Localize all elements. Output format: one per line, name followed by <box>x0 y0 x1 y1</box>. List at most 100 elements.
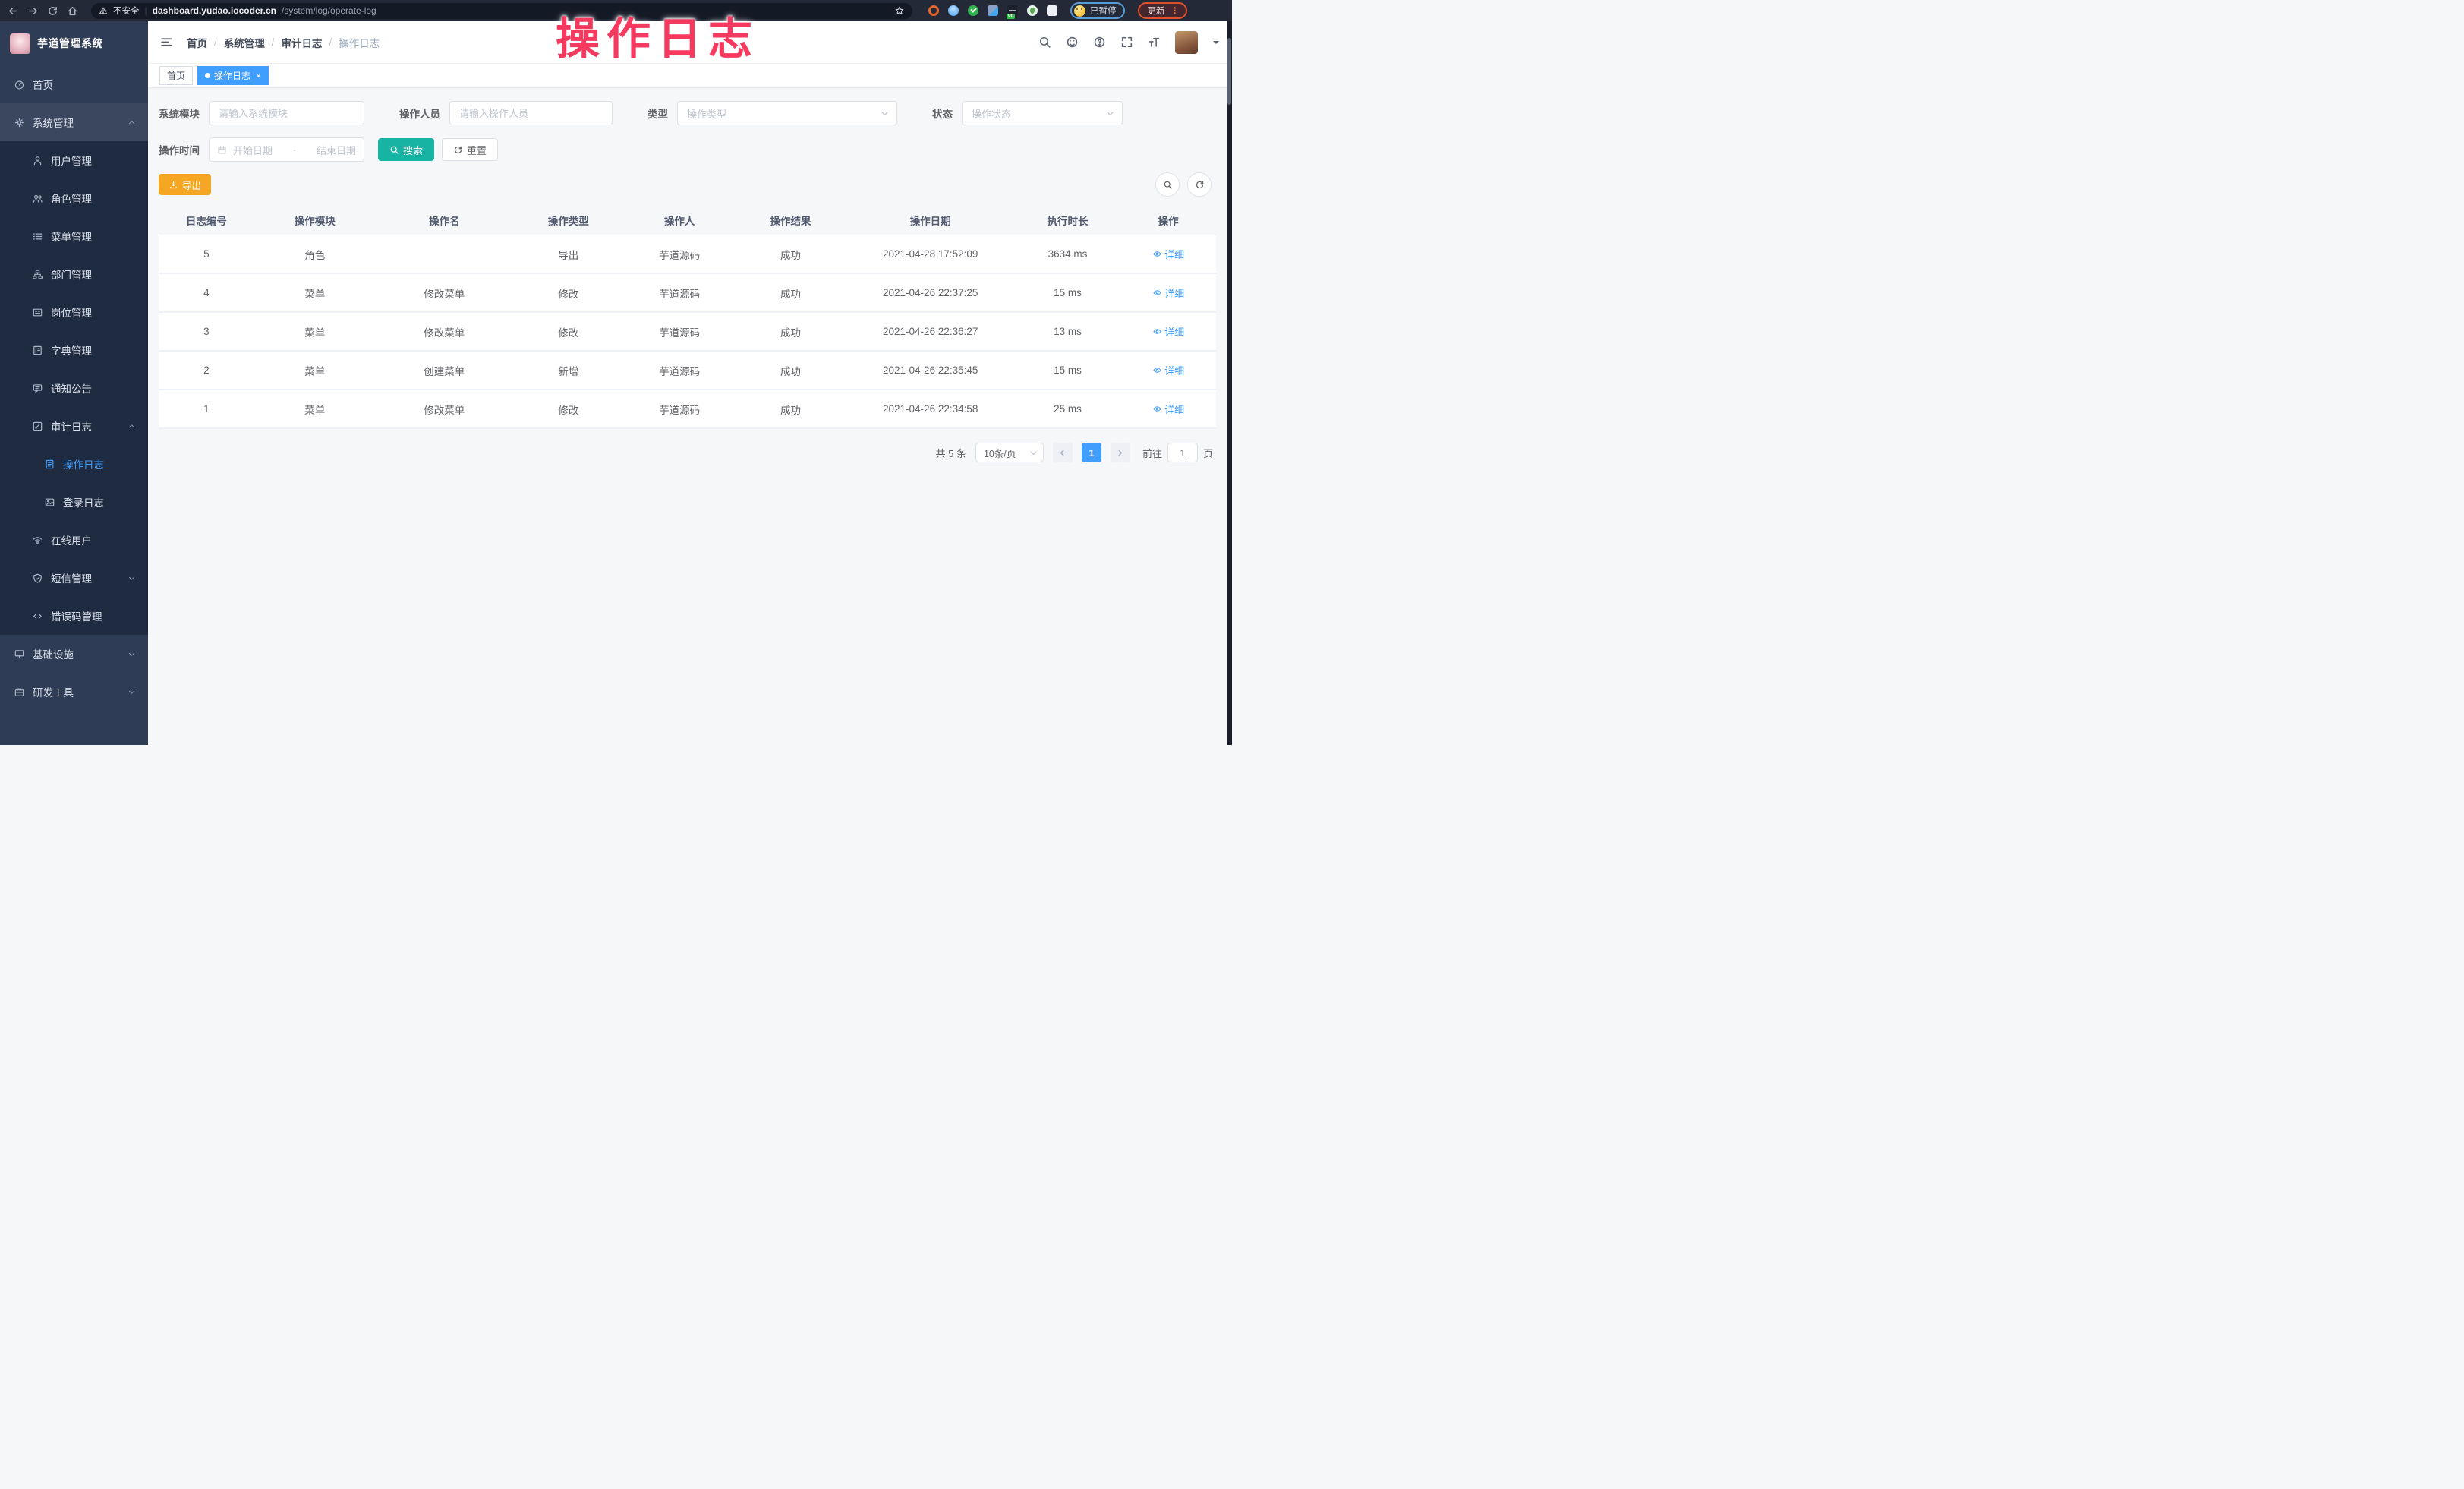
sidebar-menu: 首页系统管理用户管理角色管理菜单管理部门管理岗位管理字典管理通知公告审计日志操作… <box>0 65 148 711</box>
avatar-caret-down-icon[interactable] <box>1212 39 1220 46</box>
sidebar-item-post-badge[interactable]: 岗位管理 <box>0 293 148 331</box>
reset-button[interactable]: 重置 <box>442 138 498 161</box>
status-select[interactable]: 操作状态 <box>962 101 1123 125</box>
grid-extension-icon[interactable] <box>988 5 998 16</box>
fullscreen-icon[interactable] <box>1120 36 1133 49</box>
switch-on-extension-icon[interactable]: on <box>1007 5 1018 16</box>
type-select[interactable]: 操作类型 <box>677 101 897 125</box>
toggle-search-button[interactable] <box>1155 172 1180 197</box>
orange-ring-extension-icon[interactable] <box>928 5 939 16</box>
sidebar-item-online-users[interactable]: 在线用户 <box>0 521 148 559</box>
browser-back-icon[interactable] <box>8 5 19 17</box>
blue-drop-extension-icon[interactable] <box>948 5 959 16</box>
end-date-placeholder: 结束日期 <box>317 143 356 157</box>
collapse-sidebar-icon[interactable] <box>160 36 173 49</box>
puzzle-extension-icon[interactable] <box>1047 5 1057 16</box>
module-input[interactable] <box>209 101 364 125</box>
breadcrumb-item[interactable]: 系统管理 <box>224 35 265 50</box>
refresh-icon <box>453 145 463 155</box>
search-icon[interactable] <box>1038 36 1051 49</box>
sidebar-item-label: 错误码管理 <box>51 608 102 623</box>
search-button[interactable]: 搜索 <box>378 138 434 161</box>
sidebar-item-label: 短信管理 <box>51 570 92 585</box>
help-icon[interactable] <box>1093 36 1106 49</box>
leaf-extension-icon[interactable] <box>1027 5 1038 16</box>
breadcrumb-item[interactable]: 首页 <box>187 35 207 50</box>
bookmark-star-icon[interactable] <box>894 5 905 16</box>
page-number-1[interactable]: 1 <box>1082 443 1101 462</box>
sidebar-item-menu-list[interactable]: 菜单管理 <box>0 217 148 255</box>
extension-paused-group[interactable]: 已暂停 <box>1070 2 1125 19</box>
goto-label: 前往 <box>1142 446 1162 460</box>
browser-home-icon[interactable] <box>67 5 78 17</box>
table-cell: 修改菜单 <box>376 390 513 428</box>
github-icon[interactable] <box>1066 36 1079 49</box>
sidebar-item-error-code[interactable]: 错误码管理 <box>0 597 148 635</box>
download-icon <box>169 180 178 190</box>
font-size-icon[interactable] <box>1148 36 1161 49</box>
table-cell: 修改 <box>513 273 624 312</box>
goto-page-input[interactable] <box>1167 443 1198 462</box>
operator-input[interactable] <box>449 101 613 125</box>
eye-icon <box>1152 365 1162 375</box>
sidebar-item-gear[interactable]: 系统管理 <box>0 103 148 141</box>
close-icon[interactable]: × <box>256 71 261 80</box>
browser-update-button[interactable]: 更新 ⋮ <box>1138 2 1187 19</box>
sidebar-item-user[interactable]: 用户管理 <box>0 141 148 179</box>
goto-page-group: 前往 页 <box>1142 443 1213 462</box>
detail-link[interactable]: 详细 <box>1152 324 1184 339</box>
date-range-picker[interactable]: 开始日期 - 结束日期 <box>209 137 364 162</box>
export-button-label: 导出 <box>182 178 201 192</box>
sidebar-item-roles[interactable]: 角色管理 <box>0 179 148 217</box>
page-size-select[interactable]: 10条/页 <box>975 443 1044 462</box>
chevron-left-icon <box>1058 449 1067 457</box>
tag-item[interactable]: 首页 <box>159 66 193 85</box>
page-scrollbar[interactable] <box>1227 21 1232 745</box>
detail-link[interactable]: 详细 <box>1152 247 1184 261</box>
table-cell-actions: 详细 <box>1120 273 1216 312</box>
green-check-extension-icon[interactable] <box>968 5 978 16</box>
reset-button-label: 重置 <box>467 143 487 157</box>
browser-menu-kebab-icon[interactable]: ⋮ <box>1171 7 1180 14</box>
table-row: 5角色导出芋道源码成功2021-04-28 17:52:093634 ms详细 <box>159 235 1216 274</box>
table-cell: 创建菜单 <box>376 351 513 390</box>
table-cell: 2021-04-26 22:35:45 <box>846 351 1015 390</box>
browser-reload-icon[interactable] <box>47 5 58 17</box>
detail-link[interactable]: 详细 <box>1152 363 1184 377</box>
detail-link[interactable]: 详细 <box>1152 402 1184 416</box>
column-header: 操作人 <box>624 206 735 235</box>
next-page-button[interactable] <box>1111 443 1130 462</box>
table-cell: 25 ms <box>1015 390 1121 428</box>
sidebar-item-dashboard[interactable]: 首页 <box>0 65 148 103</box>
sidebar-item-announcement[interactable]: 通知公告 <box>0 369 148 407</box>
chevron-right-icon <box>1116 449 1124 457</box>
detail-link[interactable]: 详细 <box>1152 285 1184 300</box>
address-bar[interactable]: 不安全 | dashboard.yudao.iocoder.cn /system… <box>91 3 912 19</box>
sidebar-item-login-log[interactable]: 登录日志 <box>0 483 148 521</box>
sidebar-item-infrastructure[interactable]: 基础设施 <box>0 635 148 673</box>
export-button[interactable]: 导出 <box>159 174 211 195</box>
user-avatar[interactable] <box>1175 31 1198 54</box>
sidebar-item-sms-shield[interactable]: 短信管理 <box>0 559 148 597</box>
table-cell: 2 <box>159 351 254 390</box>
sidebar-logo[interactable]: 芋道管理系统 <box>0 21 148 65</box>
table-cell: 成功 <box>735 273 846 312</box>
tag-active[interactable]: 操作日志× <box>197 66 269 85</box>
sidebar-item-operate-log[interactable]: 操作日志 <box>0 445 148 483</box>
sidebar-item-department-tree[interactable]: 部门管理 <box>0 255 148 293</box>
table-cell: 修改 <box>513 312 624 351</box>
sidebar-item-label: 审计日志 <box>51 418 92 434</box>
breadcrumb-item[interactable]: 审计日志 <box>282 35 323 50</box>
operate-log-table: 日志编号操作模块操作名操作类型操作人操作结果操作日期执行时长操作 5角色导出芋道… <box>159 206 1216 429</box>
table-cell: 1 <box>159 390 254 428</box>
prev-page-button[interactable] <box>1053 443 1073 462</box>
sidebar-item-label: 研发工具 <box>33 684 74 699</box>
scrollbar-thumb[interactable] <box>1227 38 1231 105</box>
browser-toolbar: 不安全 | dashboard.yudao.iocoder.cn /system… <box>0 0 1232 21</box>
sidebar-item-audit-log[interactable]: 审计日志 <box>0 407 148 445</box>
browser-forward-icon[interactable] <box>27 5 39 17</box>
sidebar-item-dictionary[interactable]: 字典管理 <box>0 331 148 369</box>
sidebar-item-dev-tools[interactable]: 研发工具 <box>0 673 148 711</box>
refresh-table-button[interactable] <box>1187 172 1212 197</box>
menu-list-icon <box>32 231 43 242</box>
